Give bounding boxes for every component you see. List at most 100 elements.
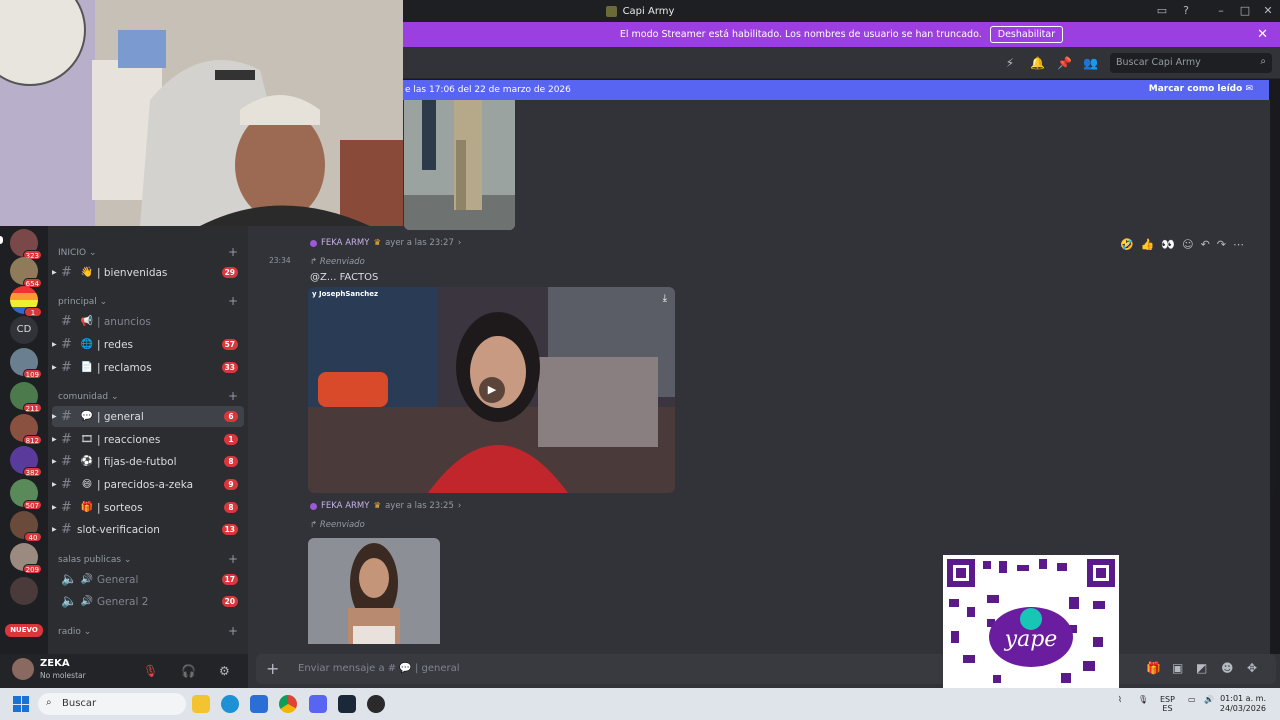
forward-icon[interactable]: ↷ bbox=[1217, 238, 1226, 251]
server-icon[interactable]: 654 bbox=[10, 257, 42, 288]
server-icon[interactable]: 382 bbox=[10, 446, 42, 477]
play-icon[interactable]: ▶ bbox=[479, 377, 505, 403]
server-icon[interactable]: 812 bbox=[10, 414, 42, 445]
server-icon[interactable]: 323 bbox=[10, 229, 42, 260]
language-indicator[interactable]: ESP ES bbox=[1160, 695, 1175, 713]
username[interactable]: ZEKA bbox=[40, 658, 70, 669]
chrome-icon[interactable] bbox=[279, 695, 297, 713]
channel-slot-verificacion[interactable]: ▶ # slot-verificacion 13 bbox=[52, 519, 244, 540]
channel-redes[interactable]: ▶ # 🌐 | redes 57 bbox=[52, 334, 244, 355]
channel-label: | redes bbox=[97, 338, 134, 351]
image-attachment[interactable] bbox=[308, 538, 440, 644]
server-icon[interactable]: 40 bbox=[10, 511, 42, 542]
voice-channel-general-2[interactable]: 🔈 🔊 General 2 20 bbox=[52, 591, 244, 612]
channel-label: General bbox=[97, 573, 139, 586]
unread-messages-bar[interactable]: e las 17:06 del 22 de marzo de 2026 Marc… bbox=[403, 80, 1269, 100]
pin-icon[interactable]: 📌 bbox=[1057, 56, 1072, 70]
category-radio[interactable]: radio ⌄ bbox=[58, 627, 91, 637]
thumbs-up-icon[interactable]: 👍 bbox=[1141, 238, 1155, 251]
reaction-emoji-icon[interactable]: 🤣 bbox=[1120, 238, 1134, 251]
apps-icon[interactable]: ✥ bbox=[1247, 661, 1257, 675]
file-explorer-icon[interactable] bbox=[192, 695, 210, 713]
author-avatar[interactable] bbox=[310, 502, 317, 510]
server-icon[interactable] bbox=[10, 577, 38, 605]
channel-general[interactable]: ▶ # 💬 | general 6 bbox=[52, 406, 244, 427]
steam-icon[interactable] bbox=[338, 695, 356, 713]
category-inicio[interactable]: INICIO ⌄ bbox=[58, 248, 96, 258]
chat-scrollbar[interactable] bbox=[1271, 396, 1276, 496]
channel-anuncios[interactable]: # 📢 | anuncios bbox=[52, 311, 244, 332]
gif-icon[interactable]: ▣ bbox=[1172, 661, 1183, 675]
windows-start-icon[interactable] bbox=[13, 696, 29, 712]
unread-arrow-icon: ▶ bbox=[52, 458, 57, 465]
server-icon[interactable]: 211 bbox=[10, 382, 42, 413]
attach-plus-icon[interactable]: + bbox=[266, 659, 279, 678]
edge-icon[interactable] bbox=[221, 695, 239, 713]
chevron-right-icon: › bbox=[457, 238, 462, 248]
new-badge[interactable]: NUEVO bbox=[5, 624, 43, 637]
category-salas-publicas[interactable]: salas publicas ⌄ bbox=[58, 555, 131, 565]
system-clock[interactable]: 01:01 a. m. 24/03/2026 bbox=[1220, 694, 1266, 714]
download-icon[interactable]: ⤓ bbox=[663, 293, 667, 304]
server-icon[interactable]: 507 bbox=[10, 479, 42, 510]
sticker-icon[interactable]: ◩ bbox=[1196, 661, 1207, 675]
members-icon[interactable]: 👥 bbox=[1083, 56, 1098, 70]
mic-icon[interactable]: 🎙 bbox=[1138, 695, 1148, 704]
video-attachment[interactable]: y JosephSanchez ▶ ⤓ bbox=[308, 287, 675, 493]
discord-icon[interactable] bbox=[309, 695, 327, 713]
previous-image-attachment[interactable] bbox=[404, 100, 515, 230]
channel-reacciones[interactable]: ▶ # 🎞 | reacciones 1 bbox=[52, 429, 244, 450]
reply-icon[interactable]: ↶ bbox=[1201, 238, 1210, 251]
gift-icon[interactable]: 🎁 bbox=[1146, 661, 1161, 675]
message-composer: + Enviar mensaje a # 💬 | general 🎁 ▣ ◩ ☻… bbox=[248, 654, 1280, 688]
server-badge: 812 bbox=[22, 435, 42, 445]
screen-icon[interactable]: ▭ bbox=[1156, 5, 1168, 17]
mic-muted-icon[interactable]: 🎙 bbox=[143, 664, 158, 678]
threads-icon[interactable]: ⚡ bbox=[1003, 56, 1017, 70]
maximize-icon[interactable]: □ bbox=[1239, 5, 1251, 17]
wifi-icon[interactable]: ▭ bbox=[1188, 695, 1196, 704]
channel-parecidos-a-zeka[interactable]: ▶ # 😄 | parecidos-a-zeka 9 bbox=[52, 474, 244, 495]
more-icon[interactable]: ⋯ bbox=[1233, 238, 1244, 251]
add-reaction-icon[interactable]: ☺ bbox=[1182, 238, 1193, 251]
search-input[interactable]: Buscar Capi Army ⌕ bbox=[1110, 53, 1272, 73]
eyes-icon[interactable]: 👀 bbox=[1161, 238, 1175, 251]
author-name[interactable]: FEKA ARMY bbox=[321, 238, 369, 248]
emoji-icon[interactable]: ☻ bbox=[1221, 661, 1234, 675]
help-icon[interactable]: ? bbox=[1180, 5, 1192, 17]
channel-bienvenidas[interactable]: ▶ # 👋 | bienvenidas 29 bbox=[52, 262, 244, 283]
settings-gear-icon[interactable]: ⚙ bbox=[219, 664, 230, 678]
server-icon[interactable]: 109 bbox=[10, 348, 42, 379]
server-icon[interactable]: 209 bbox=[10, 543, 42, 574]
category-principal[interactable]: principal ⌄ bbox=[58, 297, 107, 307]
channel-reclamos[interactable]: ▶ # 📄 | reclamos 33 bbox=[52, 357, 244, 378]
voice-channel-general[interactable]: 🔈 🔊 General 17 bbox=[52, 569, 244, 590]
volume-icon[interactable]: 🔊 bbox=[1204, 695, 1214, 704]
server-icon[interactable]: CD bbox=[10, 316, 38, 344]
taskbar-search[interactable]: Buscar bbox=[38, 693, 186, 715]
message-placeholder: Enviar mensaje a # 💬 | general bbox=[298, 663, 460, 674]
category-comunidad[interactable]: comunidad ⌄ bbox=[58, 392, 118, 402]
author-name[interactable]: FEKA ARMY bbox=[321, 501, 369, 511]
author-avatar[interactable] bbox=[310, 239, 317, 247]
channel-sorteos[interactable]: ▶ # 🎁 | sorteos 8 bbox=[52, 497, 244, 518]
add-channel-icon[interactable]: + bbox=[228, 389, 238, 403]
server-icon[interactable]: 1 bbox=[10, 286, 42, 317]
close-window-icon[interactable]: ✕ bbox=[1262, 5, 1274, 17]
add-channel-icon[interactable]: + bbox=[228, 552, 238, 566]
avatar[interactable] bbox=[12, 658, 34, 680]
channel-fijas-de-futbol[interactable]: ▶ # ⚽ | fijas-de-futbol 8 bbox=[52, 451, 244, 472]
hash-icon: # bbox=[61, 500, 72, 515]
add-channel-icon[interactable]: + bbox=[228, 294, 238, 308]
close-banner-icon[interactable]: ✕ bbox=[1257, 27, 1268, 42]
disable-streamer-button[interactable]: Deshabilitar bbox=[989, 26, 1064, 43]
add-channel-icon[interactable]: + bbox=[228, 245, 238, 259]
obs-icon[interactable] bbox=[367, 695, 385, 713]
minimize-icon[interactable]: – bbox=[1215, 5, 1227, 17]
store-icon[interactable] bbox=[250, 695, 268, 713]
bell-icon[interactable]: 🔔 bbox=[1030, 56, 1045, 70]
add-channel-icon[interactable]: + bbox=[228, 624, 238, 638]
network-icon[interactable]: ⌇ bbox=[1118, 695, 1122, 704]
mark-read-button[interactable]: Marcar como leído ✉ bbox=[1149, 84, 1253, 94]
headset-muted-icon[interactable]: 🎧 bbox=[181, 664, 196, 678]
